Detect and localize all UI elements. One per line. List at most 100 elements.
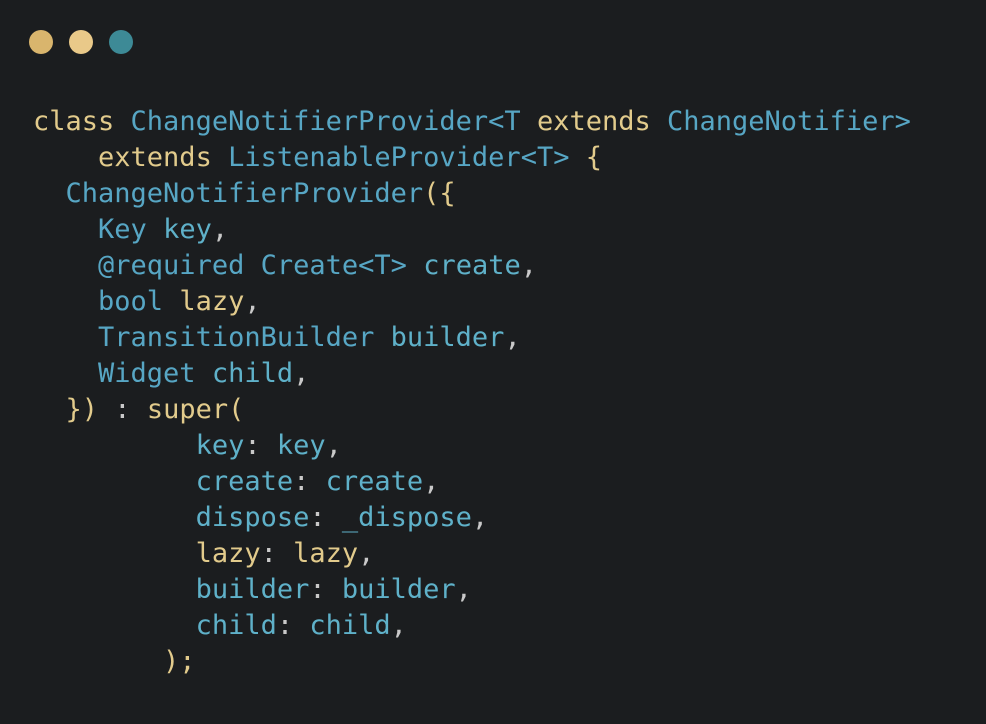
code-token: : <box>276 610 310 641</box>
code-token: Widget <box>98 358 196 389</box>
code-token: key <box>163 214 212 245</box>
code-token: super <box>146 394 229 425</box>
code-token: }) <box>65 394 99 425</box>
code-token: ChangeNotifierProvider <box>65 178 424 209</box>
code-line: }) : super( <box>33 392 911 428</box>
code-token: Create <box>260 250 359 281</box>
code-token: lazy <box>179 286 245 317</box>
code-block: class ChangeNotifierProvider<T extends C… <box>33 104 911 680</box>
code-token: builder <box>341 574 456 605</box>
code-token: create <box>195 466 294 497</box>
code-line: Key key, <box>33 212 911 248</box>
code-token: class <box>33 106 115 137</box>
code-token: dispose <box>195 502 310 533</box>
code-token: child <box>309 610 391 641</box>
code-token: : <box>293 466 326 497</box>
code-line: bool lazy, <box>33 284 911 320</box>
code-token: builder <box>390 322 505 353</box>
code-token: <T> <box>520 142 570 173</box>
code-token: key <box>195 430 245 461</box>
code-token: ListenableProvider <box>228 142 521 173</box>
code-token: , <box>358 538 375 569</box>
code-token: ( <box>228 394 245 425</box>
code-token: : <box>98 394 147 425</box>
code-token: : <box>309 502 342 533</box>
code-token: <T <box>488 106 521 137</box>
code-token: : <box>309 574 342 605</box>
code-token: , <box>520 250 538 281</box>
code-token: <T> <box>358 250 407 281</box>
code-token: ChangeNotifier <box>667 106 895 137</box>
code-line: dispose: _dispose, <box>33 500 911 536</box>
code-line: child: child, <box>33 608 911 644</box>
code-token: , <box>390 610 407 641</box>
code-token: Key <box>98 214 147 245</box>
code-token: ({ <box>423 178 456 209</box>
code-token: key <box>276 430 326 461</box>
code-token: extends <box>536 106 651 137</box>
code-token: , <box>293 358 310 389</box>
code-token: _dispose <box>341 502 472 533</box>
code-token: create <box>325 466 424 497</box>
code-token: lazy <box>195 538 261 569</box>
code-line: Widget child, <box>33 356 911 392</box>
code-token: : <box>260 538 294 569</box>
code-token: child <box>211 358 294 389</box>
code-token: @required <box>98 250 245 281</box>
code-token: create <box>423 250 521 281</box>
code-token: , <box>325 430 342 461</box>
code-line: TransitionBuilder builder, <box>33 320 911 356</box>
code-token: child <box>195 610 277 641</box>
code-token: > <box>894 106 911 137</box>
close-dot-icon[interactable] <box>29 30 53 54</box>
code-line: builder: builder, <box>33 572 911 608</box>
code-token: , <box>471 502 489 533</box>
code-line: ); <box>33 644 911 680</box>
code-token: , <box>504 322 521 353</box>
code-token: builder <box>195 574 310 605</box>
code-line: ChangeNotifierProvider({ <box>33 176 911 212</box>
maximize-dot-icon[interactable] <box>109 30 133 54</box>
code-line: lazy: lazy, <box>33 536 911 572</box>
code-line: key: key, <box>33 428 911 464</box>
code-token: , <box>455 574 472 605</box>
code-token: , <box>244 286 261 317</box>
code-token: : <box>244 430 277 461</box>
code-token: , <box>211 214 229 245</box>
code-token: { <box>585 142 603 173</box>
code-line: @required Create<T> create, <box>33 248 911 284</box>
code-line: create: create, <box>33 464 911 500</box>
code-token: extends <box>98 142 212 173</box>
code-token: lazy <box>293 538 359 569</box>
code-token: ); <box>163 646 196 677</box>
code-token: TransitionBuilder <box>98 322 375 353</box>
minimize-dot-icon[interactable] <box>69 30 93 54</box>
code-token: bool <box>98 286 164 317</box>
code-token: ChangeNotifierProvider <box>130 106 489 137</box>
